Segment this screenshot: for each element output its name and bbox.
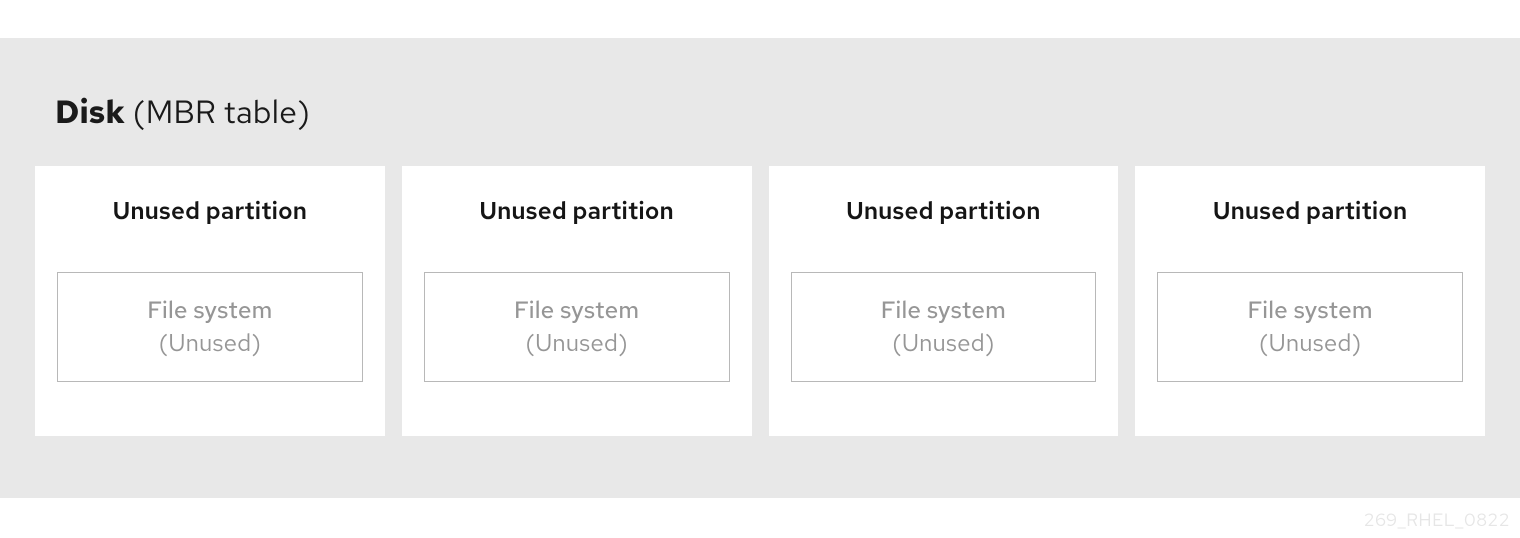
partition-2-filesystem: File system (Unused)	[424, 272, 730, 382]
partition-3-fs-label: File system	[881, 295, 1006, 326]
partition-4-filesystem: File system (Unused)	[1157, 272, 1463, 382]
partition-2-title: Unused partition	[479, 196, 674, 227]
partition-4-fs-status: (Unused)	[1259, 328, 1362, 359]
partition-1-fs-status: (Unused)	[159, 328, 262, 359]
partition-4: Unused partition File system (Unused)	[1135, 166, 1485, 436]
partition-2-fs-status: (Unused)	[525, 328, 628, 359]
partition-3: Unused partition File system (Unused)	[769, 166, 1119, 436]
partition-2: Unused partition File system (Unused)	[402, 166, 752, 436]
disk-title-bold: Disk	[55, 90, 125, 133]
partition-3-filesystem: File system (Unused)	[791, 272, 1097, 382]
partition-1-fs-label: File system	[147, 295, 272, 326]
partition-1-title: Unused partition	[113, 196, 308, 227]
partition-3-fs-status: (Unused)	[892, 328, 995, 359]
partition-2-fs-label: File system	[514, 295, 639, 326]
disk-title: Disk (MBR table)	[55, 90, 310, 133]
partitions-row: Unused partition File system (Unused) Un…	[35, 166, 1485, 436]
partition-4-fs-label: File system	[1247, 295, 1372, 326]
watermark: 269_RHEL_0822	[1364, 509, 1510, 532]
disk-diagram-canvas: Disk (MBR table) Unused partition File s…	[0, 38, 1520, 498]
partition-3-title: Unused partition	[846, 196, 1041, 227]
partition-4-title: Unused partition	[1213, 196, 1408, 227]
partition-1: Unused partition File system (Unused)	[35, 166, 385, 436]
partition-1-filesystem: File system (Unused)	[57, 272, 363, 382]
disk-title-rest: (MBR table)	[125, 90, 310, 133]
